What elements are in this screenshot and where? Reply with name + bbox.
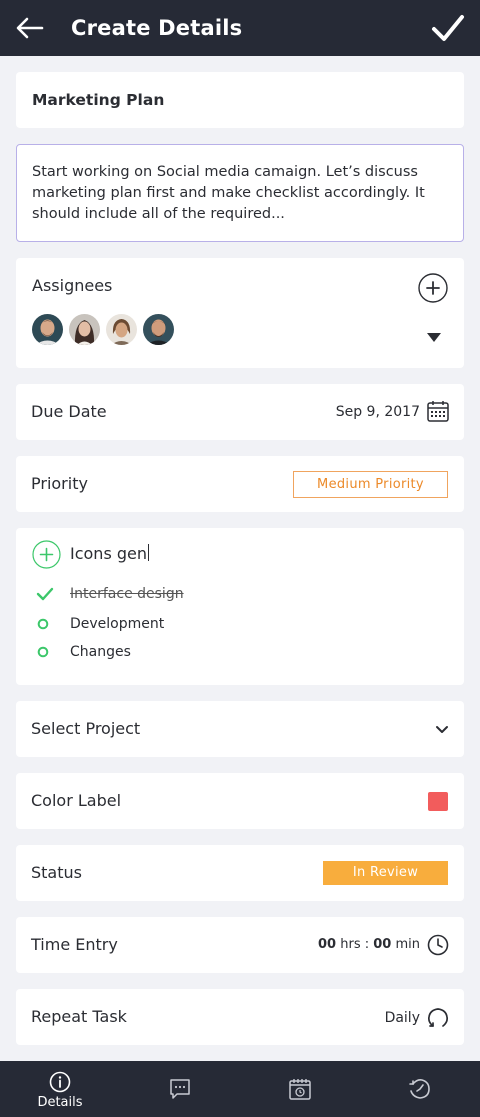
circle-outline-icon bbox=[37, 646, 49, 658]
select-project-label: Select Project bbox=[31, 719, 141, 738]
clock-icon[interactable] bbox=[427, 934, 449, 956]
repeat-icon[interactable] bbox=[427, 1007, 449, 1029]
checklist-item-label: Interface design bbox=[70, 586, 184, 602]
info-icon bbox=[49, 1071, 71, 1093]
history-icon bbox=[409, 1079, 430, 1099]
caret-down-icon[interactable] bbox=[427, 333, 441, 342]
time-hours-unit: hrs : bbox=[340, 937, 370, 952]
due-date-label: Due Date bbox=[31, 402, 107, 421]
tab-comments[interactable] bbox=[120, 1061, 240, 1117]
avatar[interactable] bbox=[143, 314, 174, 345]
app-header: Create Details bbox=[0, 0, 480, 56]
priority-label: Priority bbox=[31, 474, 88, 493]
priority-badge[interactable]: Medium Priority bbox=[293, 471, 448, 498]
bottom-tab-bar: Details bbox=[0, 1061, 480, 1117]
tab-details-label: Details bbox=[37, 1095, 83, 1110]
task-title-text: Marketing Plan bbox=[32, 91, 165, 109]
select-project-row[interactable]: Select Project bbox=[16, 701, 464, 757]
repeat-task-label: Repeat Task bbox=[31, 1007, 127, 1026]
time-entry-label: Time Entry bbox=[31, 935, 118, 954]
due-date-value: Sep 9, 2017 bbox=[335, 404, 420, 420]
color-label-label: Color Label bbox=[31, 791, 122, 810]
status-row: Status In Review bbox=[16, 845, 464, 901]
avatar[interactable] bbox=[106, 314, 137, 345]
repeat-task-row[interactable]: Repeat Task Daily bbox=[16, 989, 464, 1045]
chevron-down-icon[interactable] bbox=[435, 725, 449, 734]
avatar[interactable] bbox=[32, 314, 63, 345]
tab-details[interactable]: Details bbox=[0, 1061, 120, 1117]
plus-circle-icon[interactable] bbox=[418, 273, 448, 303]
task-description-field[interactable]: Start working on Social media camaign. L… bbox=[16, 144, 464, 242]
tab-schedule[interactable] bbox=[240, 1061, 360, 1117]
status-label: Status bbox=[31, 863, 82, 882]
checklist-input-text: Icons gen bbox=[70, 544, 148, 563]
time-entry-value: 00 hrs : 00 min bbox=[318, 917, 420, 973]
checklist-input[interactable]: Icons gen bbox=[70, 544, 150, 563]
arrow-left-icon[interactable] bbox=[14, 14, 46, 42]
time-minutes-unit: min bbox=[395, 937, 420, 952]
checklist-item[interactable]: Development bbox=[36, 613, 456, 635]
circle-outline-icon bbox=[37, 618, 49, 630]
status-badge[interactable]: In Review bbox=[323, 861, 448, 885]
time-minutes: 00 bbox=[373, 937, 392, 952]
priority-row: Priority Medium Priority bbox=[16, 456, 464, 512]
task-title-field[interactable]: Marketing Plan bbox=[16, 72, 464, 128]
checklist-card: Icons gen Interface design Development C… bbox=[16, 528, 464, 685]
plus-circle-icon[interactable] bbox=[32, 540, 61, 569]
text-cursor bbox=[148, 544, 150, 561]
checklist-item-label: Development bbox=[70, 616, 165, 632]
tab-history[interactable] bbox=[360, 1061, 480, 1117]
checklist-item[interactable]: Interface design bbox=[36, 583, 456, 605]
checkmark-icon[interactable] bbox=[430, 12, 466, 44]
check-icon bbox=[36, 587, 54, 601]
assignees-label: Assignees bbox=[32, 276, 113, 295]
color-swatch[interactable] bbox=[428, 792, 448, 811]
chat-icon bbox=[170, 1079, 190, 1099]
calendar-clock-icon bbox=[289, 1079, 311, 1100]
color-label-row[interactable]: Color Label bbox=[16, 773, 464, 829]
checklist-item[interactable]: Changes bbox=[36, 641, 456, 663]
due-date-row[interactable]: Due Date Sep 9, 2017 bbox=[16, 384, 464, 440]
task-description-text: Start working on Social media camaign. L… bbox=[32, 164, 425, 222]
repeat-task-value: Daily bbox=[384, 1010, 420, 1026]
checklist-item-label: Changes bbox=[70, 644, 131, 660]
time-entry-row[interactable]: Time Entry 00 hrs : 00 min bbox=[16, 917, 464, 973]
page-title: Create Details bbox=[71, 16, 243, 40]
avatar[interactable] bbox=[69, 314, 100, 345]
time-hours: 00 bbox=[318, 937, 337, 952]
calendar-icon[interactable] bbox=[427, 400, 449, 422]
assignees-card: Assignees bbox=[16, 258, 464, 368]
